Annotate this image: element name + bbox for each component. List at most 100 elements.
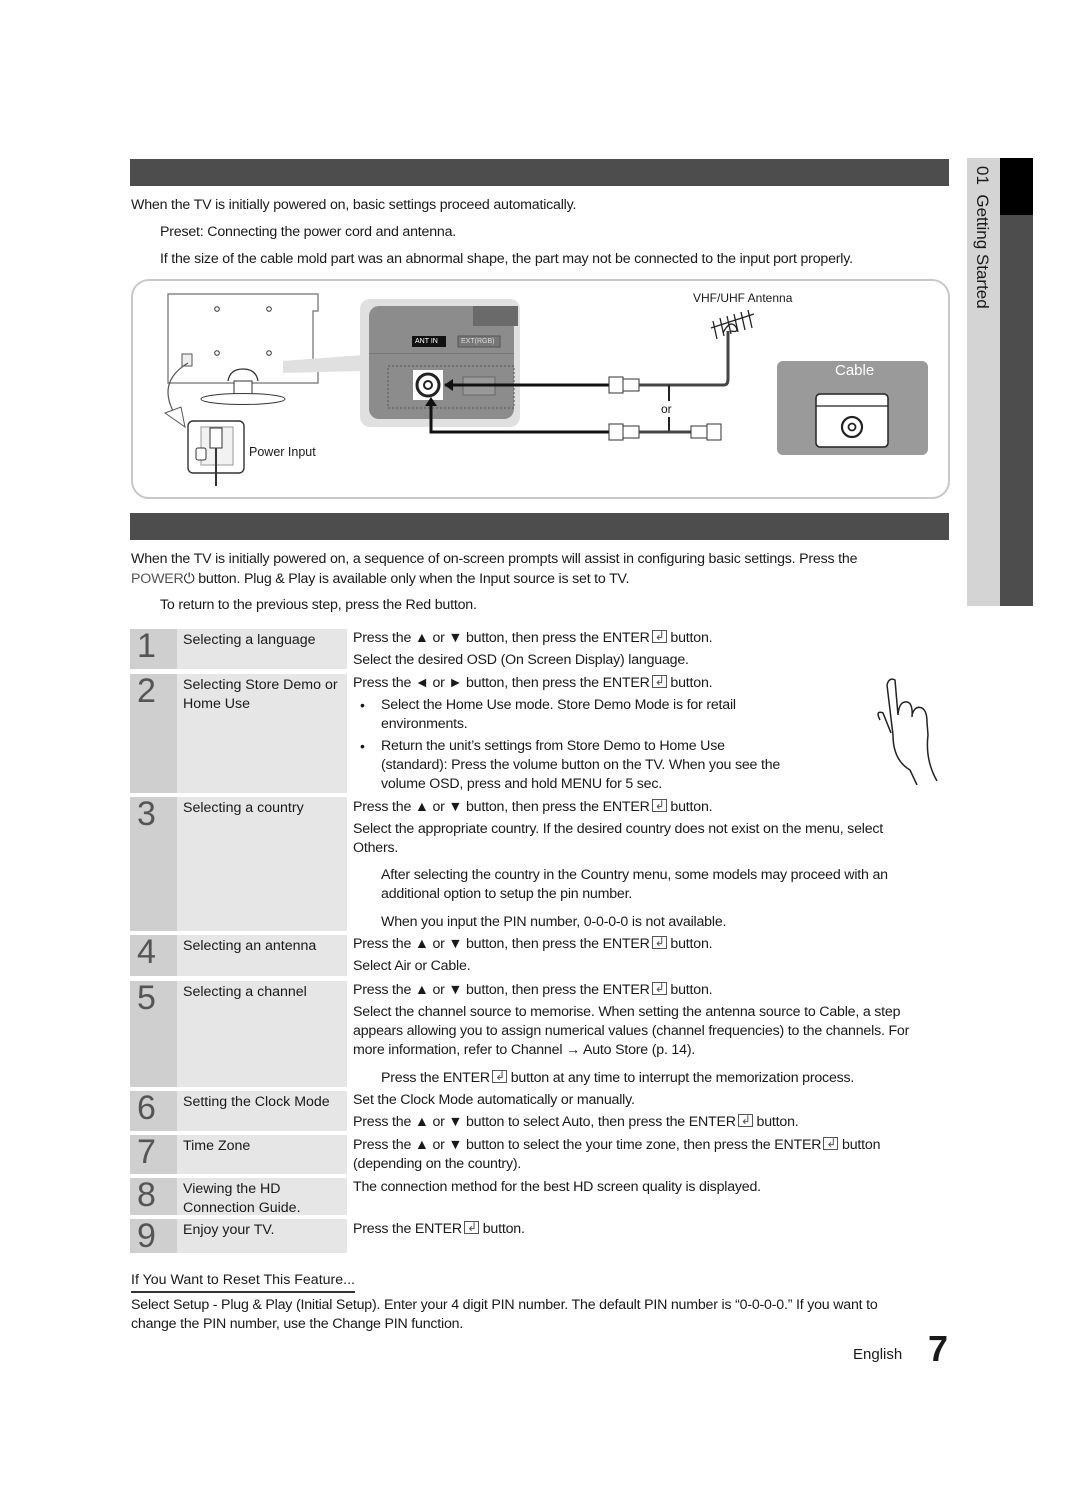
text-fragment: button. [194,571,244,587]
step-desc: Return the unit’s settings from Store De… [381,738,725,754]
step-row: 3 Selecting a country [130,795,347,931]
step-desc: volume OSD, press and hold MENU for 5 se… [381,776,662,792]
step-desc: Select the channel source to memorise. W… [353,1004,901,1020]
step-desc: Select Air or Cable. [353,958,471,974]
power-input-label: Power Input [249,445,316,459]
section1-note-preset: Preset: Connecting the power cord and an… [160,224,457,240]
step-title: Time Zone [183,1138,251,1154]
step-desc: Press the ◄ or ► button, then press the … [353,672,713,693]
step-note: additional option to setup the pin numbe… [381,886,633,902]
antenna-cable [639,331,730,387]
step-number: 5 [137,979,156,1017]
enter-icon [651,627,667,646]
step-title: Selecting a channel [183,984,307,1000]
hand-pointer-icon [877,678,938,785]
section2-note: To return to the previous step, press th… [160,597,477,613]
step-desc: Select the desired OSD (On Screen Displa… [353,652,689,668]
step-desc: (standard): Press the volume button on t… [381,757,781,773]
enter-icon [651,672,667,691]
power-icon: ⏻ [183,570,195,586]
step-desc: Others. [353,840,399,856]
section2-intro-line1: When the TV is initially powered on, a s… [131,551,858,567]
power-input-illustration [187,420,245,486]
enter-icon [463,1218,479,1237]
enter-icon [491,1067,507,1086]
enter-icon [651,933,667,952]
step-desc: (depending on the country). [353,1156,522,1172]
step-title: Selecting Store Demo or Home Use [183,677,338,712]
step-desc: Press the ▲ or ▼ button to select the yo… [353,1134,880,1155]
page-number: 7 [928,1328,949,1369]
step-number: 2 [137,672,156,710]
step-row: 9 Enjoy your TV. [130,1217,347,1255]
step-title: Viewing the HD Connection Guide. [183,1181,301,1216]
reset-text-line1: Select Setup - Plug & Play (Initial Setu… [131,1297,878,1313]
or-label: or [661,402,672,416]
step-title: Setting the Clock Mode [183,1094,330,1110]
step-desc: Select the appropriate country. If the d… [353,821,884,837]
bullet: • [360,738,365,754]
step-title: Selecting a language [183,632,316,648]
section1-intro: When the TV is initially powered on, bas… [131,197,577,213]
plug-play-keyword: Plug & Play [243,571,316,587]
ant-in-label: ANT IN [415,338,438,345]
section1-note-cable: If the size of the cable mold part was a… [160,251,853,267]
section2-intro-line2: POWER⏻ button. Plug & Play is available … [131,569,629,589]
step-desc: appears allowing you to assign numerical… [353,1023,910,1039]
step-number: 3 [137,795,156,833]
step-title: Selecting a country [183,800,304,816]
step-number: 6 [137,1089,156,1127]
antenna-label: VHF/UHF Antenna [693,291,793,305]
step-desc: Press the ▲ or ▼ button, then press the … [353,933,713,954]
step-row: 4 Selecting an antenna [130,933,347,976]
coax-connector-bottom [608,423,722,441]
step-row: 5 Selecting a channel [130,979,347,1087]
section-header-bar-2 [130,513,949,540]
step-desc: Set the Clock Mode automatically or manu… [353,1092,635,1108]
step-desc: Press the ▲ or ▼ button, then press the … [353,979,713,1000]
step-desc: Press the ▲ or ▼ button to select Auto, … [353,1111,799,1132]
cable-label: Cable [835,362,875,379]
step-row: 2 Selecting Store Demo or Home Use [130,672,347,793]
step-desc: Press the ▲ or ▼ button, then press the … [353,627,713,648]
chapter-title: Getting Started [973,194,992,309]
ext-rgb-label: EXT(RGB) [461,338,495,345]
step-row: 6 Setting the Clock Mode [130,1089,347,1131]
reset-text-line2: change the PIN number, use the Change PI… [131,1316,464,1332]
chapter-tab-dark [1000,158,1033,606]
step-row: 1 Selecting a language [130,627,347,669]
connection-diagram: ANT IN EXT(RGB) Power Input VHF/UHF Ante… [131,279,950,499]
step-title: Enjoy your TV. [183,1222,275,1238]
text-fragment: is available only when the [315,571,480,587]
cable-wall-outlet [815,393,889,448]
chapter-tab-label: 01 Getting Started [967,158,1000,606]
step-row: 8 Viewing the HD Connection Guide. [130,1176,347,1216]
step-desc: The connection method for the best HD sc… [353,1179,761,1195]
chapter-tab-marker [1000,158,1033,215]
step-desc: environments. [381,716,468,732]
step-number: 1 [137,627,156,665]
section-header-bar-1 [130,159,949,186]
power-keyword: POWER [131,571,184,587]
bullet: • [360,697,365,713]
step-number: 7 [137,1133,156,1171]
step-number: 8 [137,1176,156,1214]
antenna-icon [710,309,755,340]
step-desc: Press the ▲ or ▼ button, then press the … [353,796,713,817]
step-number: 9 [137,1217,156,1255]
step-note: After selecting the country in the Count… [381,867,888,883]
step-desc: Press the ENTER button. [353,1218,525,1239]
step-title: Selecting an antenna [183,938,317,954]
chapter-number: 01 [973,166,992,185]
input-keyword: Input [479,571,510,587]
step-note: Press the ENTER button at any time to in… [381,1067,854,1088]
text-fragment: source is set to TV. [509,571,630,587]
step-desc: Select the Home Use mode. Store Demo Mod… [381,697,736,713]
footer-language: English [853,1346,903,1363]
connection-diagram-svg [163,293,928,486]
enter-icon [651,796,667,815]
step-desc: more information, refer to Channel → Aut… [353,1042,696,1058]
enter-icon [823,1134,839,1153]
coax-connector-top [608,376,640,394]
reset-heading: If You Want to Reset This Feature... [131,1271,355,1293]
